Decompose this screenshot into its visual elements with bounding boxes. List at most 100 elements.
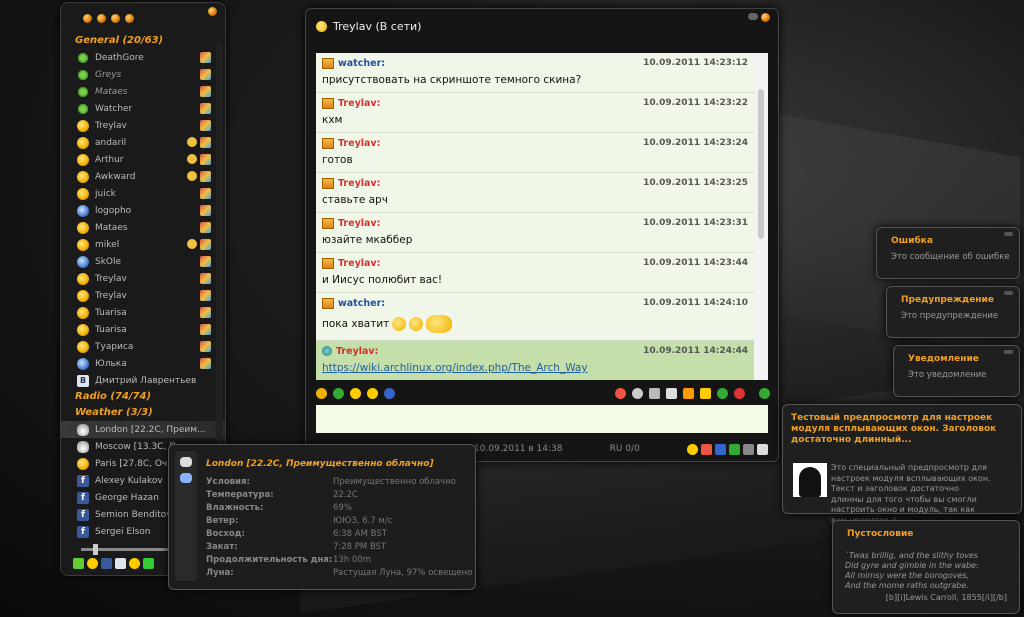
client-icon bbox=[200, 120, 211, 131]
weather-icon[interactable] bbox=[129, 557, 140, 569]
flag-icon[interactable] bbox=[701, 443, 712, 455]
contact-item[interactable]: Tuarisa bbox=[61, 321, 225, 338]
message-type-icon bbox=[322, 137, 334, 149]
music-icon[interactable] bbox=[384, 387, 395, 399]
arrow-icon[interactable] bbox=[717, 387, 728, 399]
minimize-button[interactable] bbox=[748, 13, 758, 20]
contact-item[interactable]: Treylav bbox=[61, 287, 225, 304]
author-name: Treylav: bbox=[338, 97, 381, 109]
contact-item[interactable]: Mataes bbox=[61, 83, 225, 100]
transparency-slider[interactable] bbox=[81, 544, 171, 555]
language-icon[interactable] bbox=[715, 443, 726, 455]
message-header: Treylav: 10.09.2011 14:23:24 bbox=[322, 136, 748, 150]
message-author: watcher: bbox=[322, 57, 386, 69]
status-menu-icon[interactable] bbox=[83, 13, 92, 23]
facebook-icon[interactable] bbox=[101, 557, 112, 569]
contact-item[interactable]: SkOle bbox=[61, 253, 225, 270]
popup-lorem[interactable]: Пустословие `Twas brillig, and the slith… bbox=[832, 520, 1020, 614]
contact-item[interactable]: Greys bbox=[61, 66, 225, 83]
copy-icon[interactable] bbox=[666, 387, 677, 399]
contact-item[interactable]: juick bbox=[61, 185, 225, 202]
contact-item[interactable]: London [22.2C, Преим... bbox=[61, 421, 225, 438]
contact-item[interactable]: Watcher bbox=[61, 100, 225, 117]
popup-preview[interactable]: Тестовый предпросмотр для настроек модул… bbox=[782, 404, 1022, 525]
smiley-icon bbox=[426, 315, 453, 333]
popup-close-icon[interactable] bbox=[1004, 232, 1013, 236]
group-general[interactable]: General (20/63) bbox=[61, 33, 225, 49]
keyboard-layout: RU 0/0 bbox=[609, 444, 640, 454]
message-icon[interactable] bbox=[683, 387, 694, 399]
contact-item[interactable]: mikel bbox=[61, 236, 225, 253]
author-name: watcher: bbox=[338, 57, 386, 69]
contact-item[interactable]: logopho bbox=[61, 202, 225, 219]
contact-item[interactable]: Arthur bbox=[61, 151, 225, 168]
contact-item[interactable]: B Дмитрий Лаврентьев bbox=[61, 372, 225, 389]
message-body: присутствовать на скриншоте темного скин… bbox=[322, 74, 582, 86]
group-radio[interactable]: Radio (74/74) bbox=[61, 389, 225, 405]
message-author: Treylav: bbox=[322, 257, 380, 269]
contact-item[interactable]: Treylav bbox=[61, 117, 225, 134]
message-time: 10.09.2011 14:23:12 bbox=[643, 58, 748, 68]
sounds-icon[interactable] bbox=[111, 13, 120, 23]
contact-item[interactable]: Юлька bbox=[61, 355, 225, 372]
message-type-icon bbox=[322, 217, 334, 229]
popup-text: Это сообщение об ошибке bbox=[891, 252, 1010, 262]
vkontakte-icon[interactable] bbox=[115, 557, 126, 569]
fb-status-icon: f bbox=[77, 491, 89, 504]
author-name: Treylav: bbox=[336, 345, 379, 357]
settings-icon[interactable] bbox=[632, 387, 643, 399]
contact-item[interactable]: Mataes bbox=[61, 219, 225, 236]
message-author: Treylav: bbox=[322, 217, 380, 229]
chat-message: Treylav: 10.09.2011 14:23:44 и Иисус полюб… bbox=[316, 253, 754, 293]
popup-warning[interactable]: Предупреждение Это предупреждение bbox=[886, 286, 1020, 338]
contact-item[interactable]: Туарисa bbox=[61, 338, 225, 355]
status-icon[interactable] bbox=[687, 443, 698, 455]
message-input[interactable] bbox=[316, 405, 768, 433]
protocol-icon[interactable] bbox=[316, 387, 327, 399]
sun-status-icon bbox=[77, 170, 89, 183]
jabber-icon[interactable] bbox=[87, 557, 98, 569]
history-icon[interactable] bbox=[615, 387, 626, 399]
save-icon[interactable] bbox=[649, 387, 660, 399]
message-author: Treylav: bbox=[322, 177, 380, 189]
nudge-icon[interactable] bbox=[367, 387, 378, 399]
contact-item[interactable]: Tuarisa bbox=[61, 304, 225, 321]
contact-item[interactable]: DeathGore bbox=[61, 49, 225, 66]
popup-notice[interactable]: Уведомление Это уведомление bbox=[893, 345, 1020, 397]
format-icon[interactable] bbox=[700, 387, 711, 399]
popup-close-icon[interactable] bbox=[1004, 291, 1013, 295]
message-body: пока хватит bbox=[322, 318, 390, 330]
message-log-scrollbar[interactable] bbox=[754, 53, 768, 380]
popup-error[interactable]: Ошибка Это сообщение об ошибке bbox=[876, 227, 1020, 279]
blue-status-icon bbox=[77, 204, 89, 217]
slider-knob[interactable] bbox=[93, 544, 98, 555]
main-menu-icon[interactable] bbox=[97, 13, 106, 23]
icq-icon[interactable] bbox=[73, 557, 84, 569]
user-info-icon[interactable] bbox=[333, 387, 344, 399]
smiley-icon[interactable] bbox=[350, 387, 361, 399]
message-body: ставьте арч bbox=[322, 194, 388, 206]
contact-name: andaril bbox=[95, 137, 127, 148]
message-time: 10.09.2011 14:23:22 bbox=[643, 98, 748, 108]
close-button[interactable] bbox=[761, 13, 770, 22]
typing-icon[interactable] bbox=[743, 443, 754, 455]
close-chat-icon[interactable] bbox=[734, 387, 745, 399]
options-icon[interactable] bbox=[125, 13, 134, 23]
send-icon[interactable] bbox=[759, 387, 770, 399]
contact-item[interactable]: andaril bbox=[61, 134, 225, 151]
close-icon[interactable] bbox=[208, 7, 217, 16]
scroll-thumb[interactable] bbox=[758, 89, 764, 239]
contact-item[interactable]: Awkward bbox=[61, 168, 225, 185]
message-header: Treylav: 10.09.2011 14:24:44 bbox=[322, 344, 748, 358]
contact-item[interactable]: Treylav bbox=[61, 270, 225, 287]
group-weather[interactable]: Weather (3/3) bbox=[61, 405, 225, 421]
sun-status-icon bbox=[77, 187, 89, 200]
sms-icon[interactable] bbox=[143, 557, 154, 569]
poem-line: Did gyre and gimble in the wabe: bbox=[845, 561, 979, 570]
message-link[interactable]: https://wiki.archlinux.org/index.php/The… bbox=[322, 362, 588, 374]
popup-close-icon[interactable] bbox=[1004, 350, 1013, 354]
attach-icon[interactable] bbox=[757, 443, 768, 455]
message-log[interactable]: watcher: 10.09.2011 14:23:12 присутствоват… bbox=[316, 53, 754, 380]
client-icon bbox=[200, 273, 211, 284]
secure-icon[interactable] bbox=[729, 443, 740, 455]
